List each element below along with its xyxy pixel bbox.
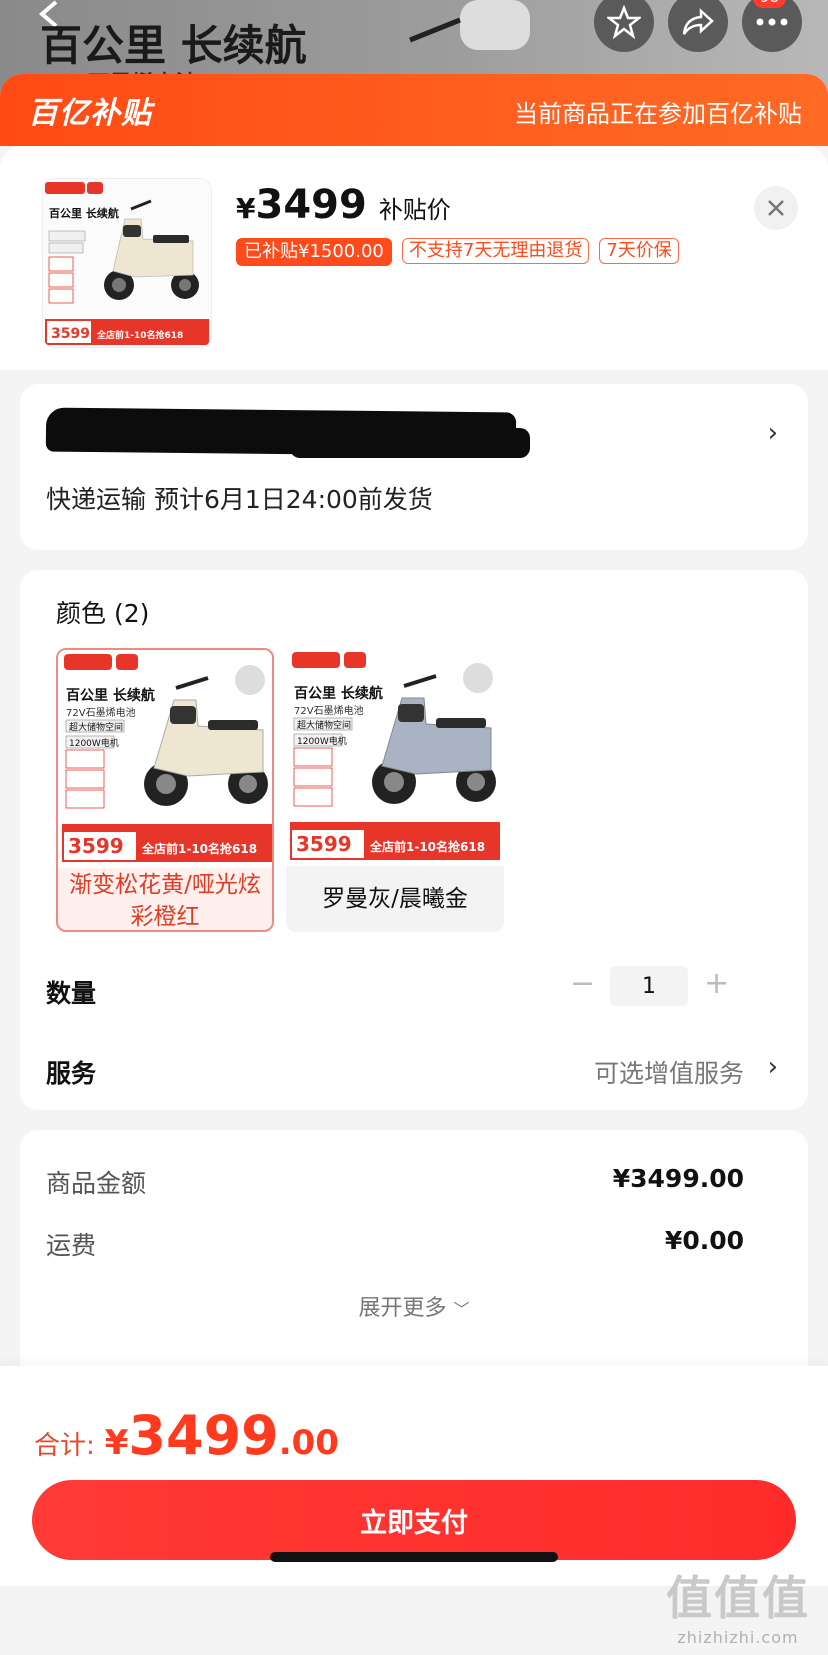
- watermark-url: zhizhizhi.com: [677, 1628, 799, 1647]
- svg-text:1200W电机: 1200W电机: [297, 735, 347, 747]
- variant-option-yellow[interactable]: 百公里 长续航 72V石墨烯电池 超大储物空间 1200W电机 3599 全店前…: [56, 648, 274, 932]
- subsidy-price: 3499: [255, 182, 367, 228]
- expand-more-label: 展开更多: [358, 1296, 447, 1321]
- svg-text:全店前1-10名抢618: 全店前1-10名抢618: [369, 839, 485, 854]
- home-indicator: [270, 1552, 558, 1562]
- svg-text:超大储物空间: 超大储物空间: [297, 719, 351, 731]
- purchase-sheet: 百亿补贴 当前商品正在参加百亿补贴 百公里 长续航 3599 全店前1-10名抢…: [0, 74, 828, 1655]
- svg-text:百公里 长续航: 百公里 长续航: [294, 685, 383, 702]
- product-thumbnail[interactable]: 百公里 长续航 3599 全店前1-10名抢618: [42, 178, 212, 348]
- notification-badge: 98: [752, 0, 786, 8]
- more-menu-icon[interactable]: 98: [742, 0, 802, 52]
- svg-text:百公里 长续航: 百公里 长续航: [66, 687, 155, 704]
- share-icon[interactable]: [668, 0, 728, 52]
- total-integer: 3499: [128, 1404, 279, 1467]
- no-return-tag: 不支持7天无理由退货: [401, 238, 590, 264]
- background-scooter-image: [409, 0, 530, 50]
- total-decimal: .00: [278, 1423, 339, 1463]
- svg-text:72V石墨烯电池: 72V石墨烯电池: [66, 706, 136, 719]
- close-button[interactable]: [754, 186, 798, 230]
- svg-text:3599: 3599: [51, 326, 90, 342]
- quantity-minus-button[interactable]: −: [570, 966, 595, 1001]
- chevron-down-icon: ﹀: [453, 1300, 470, 1319]
- pay-now-button[interactable]: 立即支付: [32, 1480, 796, 1560]
- subsidy-note: 当前商品正在参加百亿补贴: [514, 100, 802, 128]
- color-section-title: 颜色 (2): [56, 599, 150, 628]
- svg-text:72V石墨烯电池: 72V石墨烯电池: [294, 704, 364, 717]
- close-icon: [768, 200, 784, 216]
- variant-option-gray[interactable]: 百公里 长续航 72V石墨烯电池 超大储物空间 1200W电机 3599 全店前…: [286, 648, 504, 932]
- total-price: 合计: ¥ 3499 .00: [34, 1404, 339, 1467]
- quantity-plus-button[interactable]: +: [704, 966, 729, 1001]
- favorite-star-icon[interactable]: [594, 0, 654, 52]
- service-label: 服务: [46, 1059, 97, 1088]
- background-title: 百公里 长续航: [40, 21, 307, 70]
- currency-symbol: ¥: [236, 192, 256, 225]
- price-label: 补贴价: [378, 196, 451, 224]
- svg-text:1200W电机: 1200W电机: [69, 737, 119, 749]
- quantity-input[interactable]: 1: [610, 966, 688, 1006]
- watermark-logo: 值值值: [666, 1571, 810, 1625]
- subsidy-logo: 百亿补贴: [28, 96, 152, 131]
- subsidy-amount-tag: 已补贴¥1500.00: [236, 238, 392, 266]
- svg-text:3599: 3599: [68, 834, 124, 858]
- shipping-estimate: 快递运输 预计6月1日24:00前发货: [46, 485, 433, 514]
- quantity-label: 数量: [46, 979, 97, 1008]
- price-row: ¥ 3499 补贴价: [236, 182, 451, 228]
- address-card[interactable]: 董 › 快递运输 预计6月1日24:00前发货: [20, 384, 808, 550]
- price-protect-tag: 7天价保: [599, 238, 679, 264]
- address-chevron-icon: ›: [767, 418, 778, 448]
- shipping-fee-value: ¥0.00: [664, 1226, 744, 1255]
- site-watermark: 值值值 zhizhizhi.com: [666, 1562, 810, 1647]
- svg-text:超大储物空间: 超大储物空间: [69, 721, 123, 733]
- total-currency: ¥: [104, 1423, 129, 1463]
- shipping-fee-label: 运费: [46, 1231, 97, 1260]
- variant-image: 百公里 长续航 72V石墨烯电池 超大储物空间 1200W电机 3599 全店前…: [286, 648, 504, 866]
- options-card: 颜色 (2) 百公里 长续航 72V石墨烯电池 超大储物空间 1200W电机 3…: [20, 570, 808, 1110]
- subsidy-banner: 百亿补贴 当前商品正在参加百亿补贴: [0, 74, 828, 146]
- goods-amount-label: 商品金额: [46, 1169, 147, 1198]
- svg-text:百公里 长续航: 百公里 长续航: [49, 206, 119, 220]
- summary-card: 商品金额 ¥3499.00 运费 ¥0.00 展开更多 ﹀: [20, 1130, 808, 1390]
- product-tags: 已补贴¥1500.00 不支持7天无理由退货 7天价保: [236, 238, 679, 266]
- service-selector[interactable]: 可选增值服务: [594, 1054, 744, 1090]
- expand-more-button[interactable]: 展开更多 ﹀: [20, 1290, 808, 1322]
- goods-amount-value: ¥3499.00: [612, 1164, 744, 1193]
- redacted-address-scribble: [290, 428, 530, 458]
- svg-text:3599: 3599: [296, 832, 352, 856]
- variant-image: 百公里 长续航 72V石墨烯电池 超大储物空间 1200W电机 3599 全店前…: [58, 650, 272, 868]
- product-thumbnail-art: 百公里 长续航 3599 全店前1-10名抢618: [43, 179, 211, 347]
- svg-text:全店前1-10名抢618: 全店前1-10名抢618: [141, 841, 257, 856]
- variant-label: 罗曼灰/晨曦金: [322, 886, 468, 912]
- variant-label: 渐变松花黄/哑光炫彩橙红: [69, 872, 261, 930]
- service-chevron-icon[interactable]: ›: [768, 1052, 778, 1082]
- svg-text:全店前1-10名抢618: 全店前1-10名抢618: [96, 329, 183, 341]
- total-label: 合计:: [34, 1431, 95, 1461]
